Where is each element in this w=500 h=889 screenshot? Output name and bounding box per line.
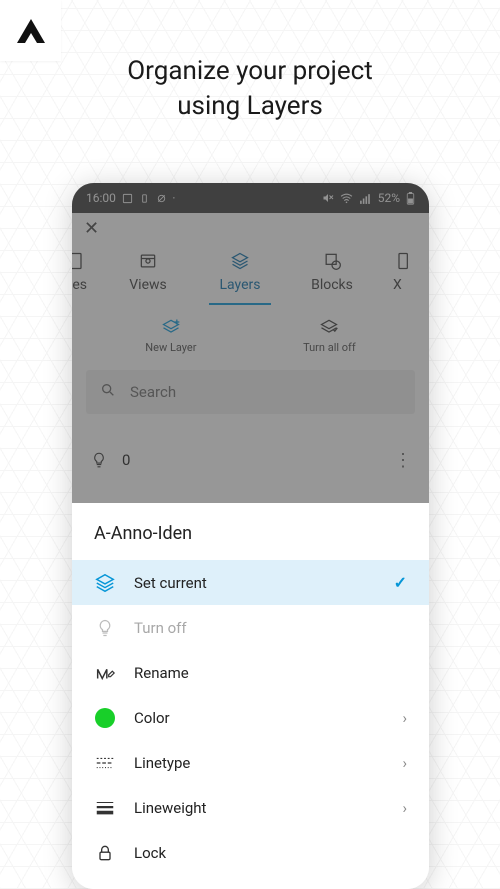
chevron-right-icon: › — [402, 709, 407, 727]
image-icon — [122, 193, 133, 204]
tab-xrefs[interactable]: X — [393, 251, 414, 305]
tab-properties[interactable]: es — [72, 251, 87, 305]
menu-color[interactable]: Color › — [72, 695, 429, 740]
new-layer-button[interactable]: New Layer — [145, 317, 196, 354]
menu-lock[interactable]: Lock — [72, 830, 429, 875]
xref-icon — [393, 251, 414, 271]
bulb-icon — [90, 451, 108, 469]
overflow-icon[interactable]: ⋮ — [394, 450, 411, 471]
battery-percent: 52% — [378, 191, 400, 205]
battery-icon — [406, 192, 415, 205]
wifi-icon — [340, 192, 353, 205]
blocks-icon — [321, 251, 343, 271]
layers-icon — [94, 572, 116, 594]
layer-name: 0 — [122, 451, 130, 469]
doc-icon — [72, 251, 87, 271]
chevron-right-icon: › — [402, 799, 407, 817]
app-logo — [0, 0, 61, 61]
phone-mockup: 16:00 • 52% ✕ es — [72, 183, 429, 889]
tab-layers[interactable]: Layers — [209, 251, 271, 305]
sheet-title: A-Anno-Iden — [72, 503, 429, 560]
signal-icon — [359, 192, 372, 205]
bulb-off-icon — [94, 617, 116, 639]
layer-options-sheet: A-Anno-Iden Set current ✓ Turn off Renam… — [72, 503, 429, 889]
color-swatch-icon — [94, 707, 116, 729]
menu-linetype[interactable]: Linetype › — [72, 740, 429, 785]
page-headline: Organize your project using Layers — [0, 54, 500, 124]
tab-bar: es Views Layers Blocks X — [72, 243, 414, 305]
status-time: 16:00 — [86, 191, 116, 205]
close-icon[interactable]: ✕ — [84, 218, 99, 239]
views-icon — [137, 251, 159, 271]
menu-lineweight[interactable]: Lineweight › — [72, 785, 429, 830]
layer-row[interactable]: 0 ⋮ — [72, 438, 429, 482]
menu-turn-off[interactable]: Turn off — [72, 605, 429, 650]
notification-dot: • — [173, 195, 175, 202]
tab-views[interactable]: Views — [117, 251, 179, 305]
menu-set-current[interactable]: Set current ✓ — [72, 560, 429, 605]
layers-icon — [229, 251, 251, 271]
chevron-right-icon: › — [402, 754, 407, 772]
status-bar: 16:00 • 52% — [72, 183, 429, 213]
no-location-icon — [156, 193, 167, 204]
search-placeholder: Search — [130, 383, 176, 401]
rename-icon — [94, 662, 116, 684]
new-layer-icon — [160, 317, 182, 337]
mute-icon — [322, 192, 334, 204]
search-input[interactable]: Search — [86, 370, 415, 414]
tab-blocks[interactable]: Blocks — [301, 251, 363, 305]
turn-off-icon — [318, 317, 340, 337]
linetype-icon — [94, 752, 116, 774]
search-icon — [100, 382, 116, 402]
turn-all-off-button[interactable]: Turn all off — [303, 317, 356, 354]
vibrate-icon — [139, 193, 150, 204]
lock-icon — [94, 842, 116, 864]
check-icon: ✓ — [394, 573, 407, 592]
lineweight-icon — [94, 797, 116, 819]
menu-rename[interactable]: Rename — [72, 650, 429, 695]
